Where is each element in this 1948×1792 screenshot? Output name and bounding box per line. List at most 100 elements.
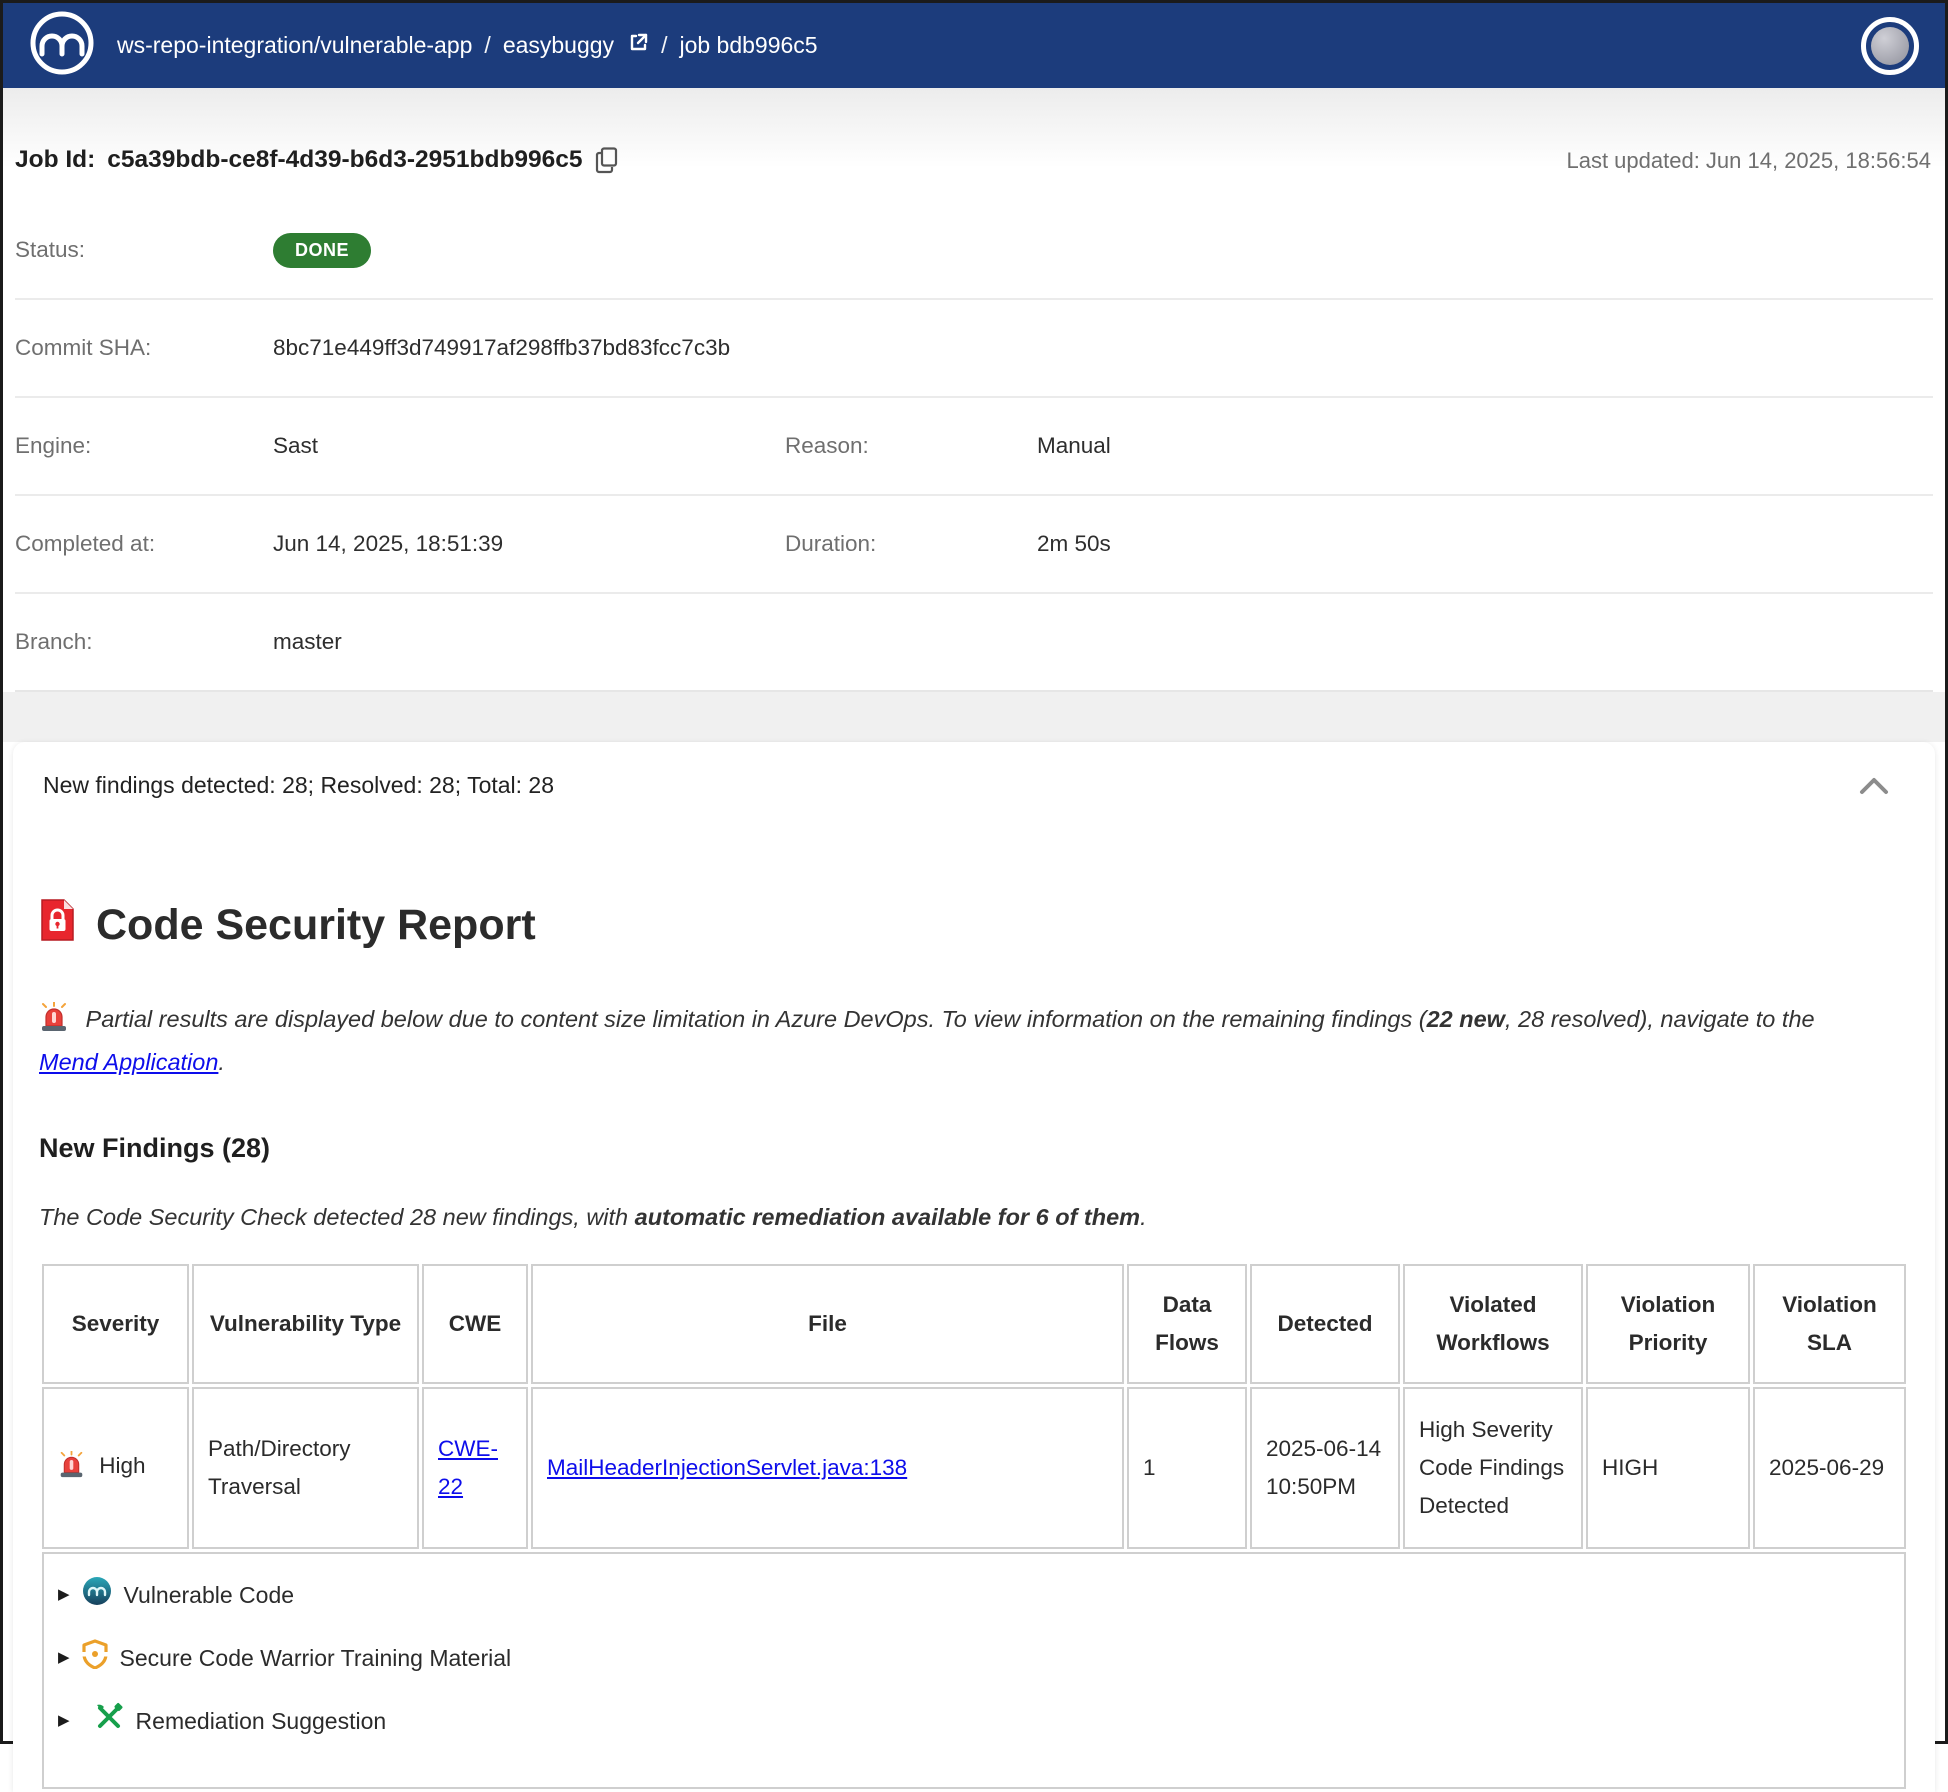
- commit-label: Commit SHA:: [15, 335, 273, 361]
- col-vulnerability-type: Vulnerability Type: [192, 1264, 419, 1384]
- col-violation-priority: Violation Priority: [1586, 1264, 1750, 1384]
- new-findings-heading: New Findings (28): [39, 1133, 1909, 1164]
- table-header-row: Severity Vulnerability Type CWE File Dat…: [42, 1264, 1906, 1384]
- branch-label: Branch:: [15, 629, 273, 655]
- finding-details-cell: ▶: [42, 1552, 1906, 1789]
- user-avatar[interactable]: [1861, 17, 1919, 75]
- findings-summary-text: New findings detected: 28; Resolved: 28;…: [43, 772, 554, 799]
- file-link[interactable]: MailHeaderInjectionServlet.java:138: [547, 1455, 907, 1480]
- external-link-icon[interactable]: [628, 32, 649, 59]
- vulnerability-type-cell: Path/Directory Traversal: [192, 1387, 419, 1549]
- col-data-flows: Data Flows: [1127, 1264, 1247, 1384]
- chevron-up-icon[interactable]: [1859, 776, 1889, 795]
- mend-badge-icon: [82, 1576, 112, 1613]
- branch-row: Branch: master: [15, 594, 1933, 692]
- breadcrumb-repo-link[interactable]: ws-repo-integration/vulnerable-app: [117, 32, 472, 59]
- reason-value: Manual: [1037, 433, 1933, 459]
- col-detected: Detected: [1250, 1264, 1400, 1384]
- breadcrumb-separator: /: [484, 32, 490, 59]
- training-material-details: ▶ Secure Code Warrior Training Material: [58, 1639, 1890, 1676]
- finding-details-row: ▶: [42, 1552, 1906, 1789]
- notice-text-post: .: [218, 1049, 225, 1075]
- commit-value: 8bc71e449ff3d749917af298ffb37bd83fcc7c3b: [273, 335, 1933, 361]
- avatar-circle: [1871, 27, 1909, 65]
- notice-text-pre: Partial results are displayed below due …: [86, 1006, 1427, 1032]
- job-details-section: Job Id: c5a39bdb-ce8f-4d39-b6d3-2951bdb9…: [3, 88, 1945, 692]
- notice-text-bold: 22 new: [1427, 1006, 1505, 1032]
- col-cwe: CWE: [422, 1264, 528, 1384]
- triangle-right-icon: ▶: [58, 1706, 70, 1736]
- vulnerable-code-summary[interactable]: ▶: [58, 1576, 1890, 1613]
- breadcrumb-job: job bdb996c5: [679, 32, 817, 59]
- detected-cell: 2025-06-14 10:50PM: [1250, 1387, 1400, 1549]
- cwe-link[interactable]: CWE-22: [438, 1436, 498, 1499]
- alert-beacon-icon: [39, 1011, 76, 1037]
- triangle-right-icon: ▶: [58, 1643, 70, 1673]
- col-severity: Severity: [42, 1264, 189, 1384]
- training-material-summary[interactable]: ▶ Secure Code Warrior Training Material: [58, 1639, 1890, 1676]
- job-id-value: c5a39bdb-ce8f-4d39-b6d3-2951bdb996c5: [107, 146, 582, 174]
- data-flows-cell: 1: [1127, 1387, 1247, 1549]
- job-header: Job Id: c5a39bdb-ce8f-4d39-b6d3-2951bdb9…: [15, 88, 1933, 202]
- status-badge: DONE: [273, 233, 371, 268]
- remediation-label: Remediation Suggestion: [136, 1706, 387, 1736]
- completed-value: Jun 14, 2025, 18:51:39: [273, 531, 785, 557]
- severity-beacon-icon: [58, 1458, 91, 1483]
- partial-results-notice: Partial results are displayed below due …: [39, 1000, 1869, 1081]
- summary-text-bold: automatic remediation available for 6 of…: [635, 1204, 1140, 1230]
- completed-duration-row: Completed at: Jun 14, 2025, 18:51:39 Dur…: [15, 496, 1933, 594]
- top-navbar: ws-repo-integration/vulnerable-app / eas…: [3, 3, 1945, 88]
- finding-row: High Path/Directory Traversal CWE-22 Mai…: [42, 1387, 1906, 1549]
- triangle-right-icon: ▶: [58, 1580, 70, 1610]
- col-violation-sla: Violation SLA: [1753, 1264, 1906, 1384]
- remediation-summary[interactable]: ▶: [58, 1702, 1890, 1739]
- status-row: Status: DONE: [15, 202, 1933, 300]
- training-material-label: Secure Code Warrior Training Material: [120, 1643, 512, 1673]
- report-title: Code Security Report: [39, 897, 1909, 954]
- engine-reason-row: Engine: Sast Reason: Manual: [15, 398, 1933, 496]
- summary-text-post: .: [1140, 1204, 1147, 1230]
- report-title-text: Code Security Report: [96, 901, 536, 950]
- severity-value: High: [99, 1453, 145, 1478]
- tools-icon: [94, 1702, 124, 1739]
- col-violated-workflows: Violated Workflows: [1403, 1264, 1583, 1384]
- completed-label: Completed at:: [15, 531, 273, 557]
- cwe-cell: CWE-22: [422, 1387, 528, 1549]
- findings-table: Severity Vulnerability Type CWE File Dat…: [39, 1261, 1909, 1792]
- section-gap: [3, 692, 1945, 742]
- breadcrumb: ws-repo-integration/vulnerable-app / eas…: [117, 32, 818, 59]
- shield-icon: [82, 1639, 108, 1676]
- breadcrumb-project-link[interactable]: easybuggy: [503, 32, 614, 59]
- findings-card: New findings detected: 28; Resolved: 28;…: [13, 742, 1935, 1792]
- reason-label: Reason:: [785, 433, 1037, 459]
- severity-cell: High: [42, 1387, 189, 1549]
- remediation-details: ▶: [58, 1702, 1890, 1739]
- branch-value: master: [273, 629, 1933, 655]
- code-security-report: Code Security Report Partial results are…: [13, 897, 1935, 1792]
- duration-label: Duration:: [785, 531, 1037, 557]
- engine-label: Engine:: [15, 433, 273, 459]
- summary-text-pre: The Code Security Check detected 28 new …: [39, 1204, 635, 1230]
- duration-value: 2m 50s: [1037, 531, 1933, 557]
- job-id-label: Job Id:: [15, 146, 95, 174]
- violated-workflows-cell: High Severity Code Findings Detected: [1403, 1387, 1583, 1549]
- commit-row: Commit SHA: 8bc71e449ff3d749917af298ffb3…: [15, 300, 1933, 398]
- violation-sla-cell: 2025-06-29: [1753, 1387, 1906, 1549]
- mend-logo-icon[interactable]: [29, 10, 95, 81]
- findings-summary-sentence: The Code Security Check detected 28 new …: [39, 1204, 1909, 1231]
- breadcrumb-separator: /: [661, 32, 667, 59]
- copy-icon[interactable]: [595, 147, 618, 174]
- vulnerable-code-label: Vulnerable Code: [124, 1580, 295, 1610]
- violation-priority-cell: HIGH: [1586, 1387, 1750, 1549]
- file-cell: MailHeaderInjectionServlet.java:138: [531, 1387, 1124, 1549]
- findings-summary-bar[interactable]: New findings detected: 28; Resolved: 28;…: [13, 742, 1935, 821]
- job-id: Job Id: c5a39bdb-ce8f-4d39-b6d3-2951bdb9…: [15, 146, 618, 174]
- last-updated: Last updated: Jun 14, 2025, 18:56:54: [1566, 148, 1931, 174]
- notice-text-mid: , 28 resolved), navigate to the: [1505, 1006, 1815, 1032]
- status-label: Status:: [15, 237, 273, 263]
- col-file: File: [531, 1264, 1124, 1384]
- mend-application-link[interactable]: Mend Application: [39, 1049, 218, 1075]
- engine-value: Sast: [273, 433, 785, 459]
- vulnerable-code-details: ▶: [58, 1576, 1890, 1613]
- red-lock-document-icon: [39, 897, 76, 954]
